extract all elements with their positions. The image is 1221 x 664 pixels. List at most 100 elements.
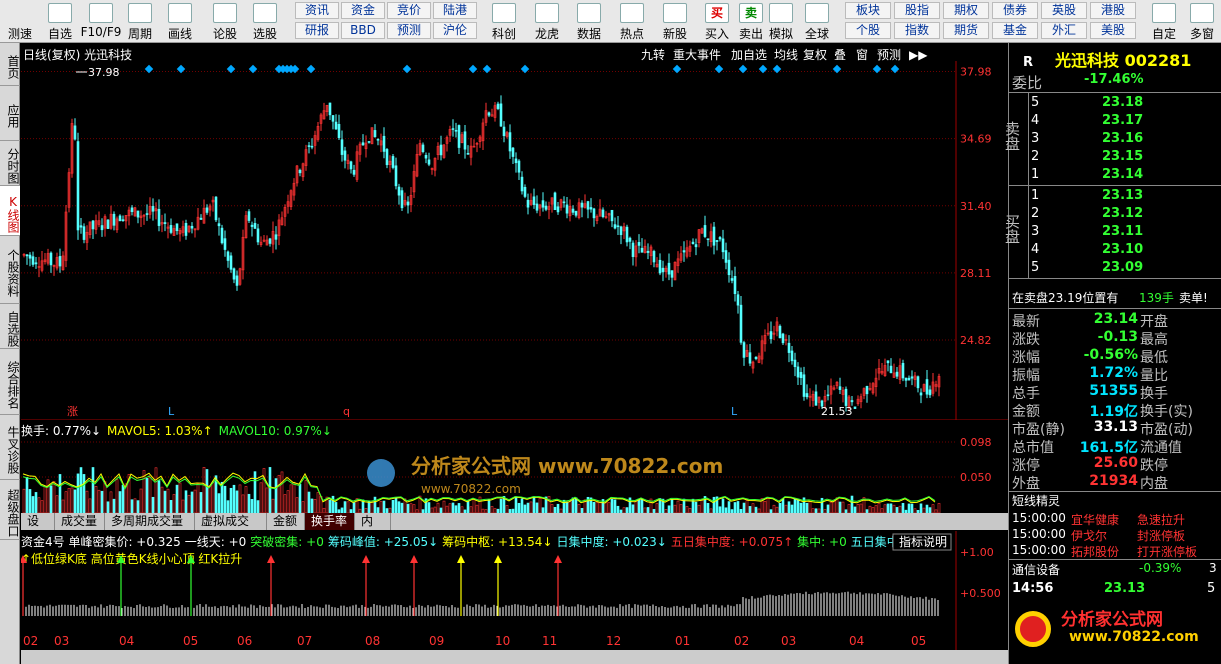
toolbar-stock-pick-button[interactable]: 选股 <box>245 0 285 43</box>
toolbar-hammer-button[interactable]: 模拟 <box>764 0 798 43</box>
toolbar-buy-button[interactable]: 买买入 <box>700 0 734 43</box>
kline-chart-panel[interactable]: 37.98 34.69 31.40 28.11 24.82 日线(复权) 光迅科技 九转 重大… <box>21 43 1008 521</box>
indicator-help-button[interactable]: 指标说明 <box>892 533 952 551</box>
left-tab[interactable]: K线图 <box>0 186 20 236</box>
market-button[interactable]: 期货 <box>943 22 989 39</box>
news-row[interactable]: 15:00:00 拓邦股份 打开涨停板 <box>1009 543 1221 559</box>
toolbar-sell-button[interactable]: 卖卖出 <box>734 0 768 43</box>
market-button[interactable]: 英股 <box>1041 2 1087 19</box>
candlestick <box>493 101 497 122</box>
market-button[interactable]: 外汇 <box>1041 22 1087 39</box>
chart-top-button[interactable]: 均线 <box>774 48 798 62</box>
candlestick <box>646 243 650 260</box>
indicator-subtitle: ↑低位绿K底 高位黄色K线小心顶 红K拉升 <box>21 551 242 566</box>
candlestick <box>268 237 272 247</box>
candlestick <box>358 141 362 162</box>
toolbar-quick-button[interactable]: BBD <box>341 22 385 39</box>
candlestick <box>721 229 725 260</box>
toolbar-quick-button[interactable]: 陆港 <box>433 2 477 19</box>
indicator-tab[interactable]: 成交量 <box>55 513 105 530</box>
divider <box>1009 559 1221 560</box>
chart-top-button[interactable]: 九转 <box>641 47 665 62</box>
event-marker-icon <box>468 64 478 74</box>
toolbar-clock-button[interactable]: 周期 <box>120 0 160 43</box>
left-tab[interactable]: 综合排名 <box>0 349 20 415</box>
toolbar-chart-button[interactable]: 科创 <box>487 0 521 43</box>
left-tab[interactable]: 分时图 <box>0 141 20 186</box>
market-button[interactable]: 板块 <box>845 2 891 19</box>
toolbar-quick-button[interactable]: 竞价 <box>387 2 431 19</box>
volume-bar <box>727 501 731 514</box>
toolbar-pencil-button[interactable]: 画线 <box>160 0 200 43</box>
volume-bar <box>907 503 911 514</box>
market-button[interactable]: 港股 <box>1090 2 1136 19</box>
candlestick <box>571 205 575 215</box>
market-button[interactable]: 基金 <box>992 22 1038 39</box>
candlestick <box>496 101 500 111</box>
chart-top-button[interactable]: 复权 <box>803 48 827 62</box>
candlestick <box>514 152 518 173</box>
candlestick <box>889 358 893 374</box>
market-button[interactable]: 美股 <box>1090 22 1136 39</box>
toolbar-quick-button[interactable]: 沪伦 <box>433 22 477 39</box>
candlestick <box>553 191 557 211</box>
candlestick <box>271 221 275 254</box>
market-button[interactable]: 个股 <box>845 22 891 39</box>
toolbar-quick-button[interactable]: 研报 <box>295 22 339 39</box>
toolbar-new-stock-button[interactable]: 新股 <box>658 0 692 43</box>
market-button[interactable]: 股指 <box>894 2 940 19</box>
toolbar-pe-button[interactable]: 数据 <box>572 0 606 43</box>
news-row[interactable]: 15:00:00 伊戈尔 封涨停板 <box>1009 527 1221 543</box>
left-tab[interactable]: 牛叉诊股 <box>0 415 20 480</box>
toolbar-info-button[interactable]: F10/F9 <box>80 0 122 43</box>
kline-chart-svg[interactable]: 37.98 34.69 31.40 28.11 24.82 日线(复权) 光迅科技 九转 重大… <box>21 43 1008 521</box>
chart-top-button[interactable]: 预测 <box>877 48 901 62</box>
toolbar-multi-window-button[interactable]: 多窗 <box>1183 0 1221 43</box>
market-button[interactable]: 指数 <box>894 22 940 39</box>
volume-bar <box>235 490 239 514</box>
candlestick <box>784 334 788 346</box>
volume-bar <box>25 477 29 514</box>
x-axis-label: 11 <box>542 634 557 648</box>
volume-bar <box>391 500 395 514</box>
toolbar-quick-button[interactable]: 资金 <box>341 2 385 19</box>
chart-top-button[interactable]: 重大事件 <box>673 48 721 62</box>
toolbar-hot-button[interactable]: 热点 <box>615 0 649 43</box>
left-tab[interactable]: 超级盘口 <box>0 480 20 540</box>
candlestick <box>775 317 779 337</box>
candlestick <box>652 249 656 268</box>
volume-bar <box>100 490 104 514</box>
chart-top-button[interactable]: 窗 <box>856 48 868 62</box>
left-tab[interactable]: 首页 <box>0 43 20 86</box>
left-tab[interactable]: 个股资料 <box>0 236 20 304</box>
indicator-tab[interactable]: 多周期成交量 <box>105 513 195 530</box>
x-axis-label: 03 <box>54 634 69 648</box>
indicator-tab[interactable]: 内盘 <box>355 513 391 544</box>
toolbar-dragon-button[interactable]: 龙虎 <box>530 0 564 43</box>
candlestick <box>193 228 197 238</box>
indicator-tab[interactable]: 设置 <box>21 513 55 544</box>
indicator-tab[interactable]: 金额 <box>267 513 305 530</box>
news-row[interactable]: 15:00:00 宜华健康 急速拉升 <box>1009 511 1221 527</box>
toolbar-star-button[interactable]: 自选 <box>40 0 80 43</box>
toolbar-custom-button[interactable]: 自定 <box>1145 0 1183 43</box>
toolbar-quick-button[interactable]: 预测 <box>387 22 431 39</box>
market-button[interactable]: 债券 <box>992 2 1038 19</box>
left-tab[interactable]: 应用 <box>0 86 20 141</box>
indicator-tab[interactable]: 换手率 <box>305 513 355 530</box>
candlestick <box>508 124 512 159</box>
toolbar-speed-button[interactable]: 测速 <box>0 0 40 43</box>
chart-top-button[interactable]: 加自选 <box>731 48 767 62</box>
candlestick <box>262 235 266 243</box>
market-button[interactable]: 期权 <box>943 2 989 19</box>
indicator-tab[interactable]: 虚拟成交量 <box>195 513 267 544</box>
chart-top-button[interactable]: 叠 <box>834 48 846 62</box>
toolbar-globe-button[interactable]: 全球 <box>800 0 834 43</box>
toolbar-quick-button[interactable]: 资讯 <box>295 2 339 19</box>
toolbar-discuss-button[interactable]: 论股 <box>205 0 245 43</box>
candlestick <box>802 366 806 401</box>
candlestick <box>367 141 371 144</box>
left-tab[interactable]: 自选股 <box>0 304 20 349</box>
pe-icon <box>577 3 601 23</box>
volume-axis-label: 0.050 <box>960 471 992 484</box>
